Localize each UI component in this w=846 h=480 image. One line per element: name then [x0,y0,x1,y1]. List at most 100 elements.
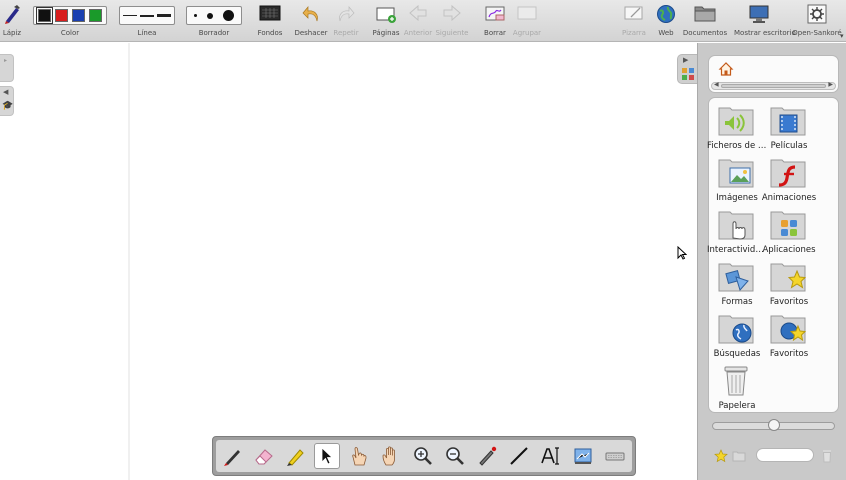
delete-trash-icon[interactable] [821,449,833,463]
new-folder-icon[interactable] [732,450,746,462]
pointing-hand-icon [352,447,367,466]
eraser-small-option[interactable] [194,14,197,17]
highlighter-icon [287,449,304,466]
thumbnail-size-slider[interactable] [712,419,835,431]
capture-icon [574,448,592,464]
slider-knob[interactable] [768,419,780,431]
animations-folder-icon [770,159,806,188]
interactive-folder-icon [718,211,754,240]
library-tab-icon [682,68,694,80]
tool-selector[interactable] [314,443,340,469]
library-item-label: Papelera [718,401,756,411]
toolbar-overflow-chevron-icon[interactable]: ▾ [840,32,844,40]
tool-text[interactable] [538,443,564,469]
library-item-label: Animaciones [761,193,817,203]
tool-interact[interactable] [346,443,372,469]
library-item-label: Favoritos [769,297,809,307]
breadcrumb-scrollbar[interactable]: ◀ ▶ [711,81,836,90]
color-group: Color [33,0,107,42]
library-breadcrumb: ◀ ▶ [708,55,839,93]
documents-button[interactable]: Documentos [683,0,727,42]
eraser-large-option[interactable] [223,10,234,21]
backgrounds-button[interactable]: Fondos [258,0,282,42]
library-item-movies[interactable]: Películas [763,106,815,156]
library-panel: ◀ ▶ Ficheros de audio Películas [697,43,846,480]
library-item-favorites[interactable]: Favoritos [763,262,815,312]
eraser-medium-option[interactable] [207,12,213,19]
tool-hand[interactable] [378,443,404,469]
group-icon [517,6,537,20]
line-width-options [119,6,175,25]
undo-button[interactable]: Deshacer [294,0,328,42]
library-item-label: Ficheros de audio [707,141,767,151]
tool-virtual-keyboard[interactable] [602,443,628,469]
library-item-label: Búsquedas [713,349,761,359]
applications-folder-icon [770,211,806,240]
library-item-label: Formas [721,297,753,307]
tool-capture[interactable] [570,443,596,469]
scrollbar-thumb[interactable] [721,84,826,88]
tool-marker[interactable] [283,443,309,469]
library-item-searches[interactable]: Búsquedas [711,314,763,364]
favorites-folder-icon [770,263,806,292]
scroll-right-icon[interactable]: ▶ [828,81,833,88]
line-medium-option[interactable] [139,14,154,17]
keyboard-icon [605,452,625,461]
next-page-button[interactable]: Siguiente [435,0,469,42]
color-swatch-black[interactable] [36,7,53,24]
library-item-label: Interactividades [707,245,767,255]
main-toolbar: Lápiz Color Línea Borrador Fondos Deshac… [0,0,846,42]
backgrounds-icon [259,5,281,21]
library-item-label: Películas [770,141,808,151]
library-item-label: Aplicaciones [762,245,816,255]
tool-eraser[interactable] [251,443,277,469]
expand-left-arrow-icon: ◀ [3,88,9,96]
color-swatch-blue[interactable] [72,9,85,22]
line-icon [510,447,528,465]
library-item-applications[interactable]: Aplicaciones [762,210,816,260]
previous-page-button[interactable]: Anterior [404,0,432,42]
line-thick-option[interactable] [156,14,171,17]
color-swatch-green[interactable] [89,9,102,22]
color-swatch-red[interactable] [55,9,68,22]
library-item-web-favorites[interactable]: Favoritos [763,314,815,364]
library-item-audio[interactable]: Ficheros de audio [707,106,767,156]
library-search-input[interactable] [756,448,814,462]
show-desktop-button[interactable]: Mostrar escritorio [734,0,796,42]
arrow-left-icon [409,4,427,22]
redo-button[interactable]: Repetir [333,0,359,42]
web-button[interactable]: Web [655,0,677,42]
eraser-label: Borrador [198,29,230,37]
scroll-left-icon[interactable]: ◀ [714,81,719,88]
add-favorite-star-icon[interactable] [714,449,728,463]
left-panel-handle-top[interactable]: ▸ [0,54,14,82]
library-item-trash[interactable]: Papelera [711,366,763,416]
open-sankore-button[interactable]: Open-Sankoré [792,0,842,42]
images-folder-icon [718,159,754,188]
documents-folder-icon [694,6,716,22]
library-item-label: Favoritos [769,349,809,359]
tool-line[interactable] [506,443,532,469]
web-favorites-folder-icon [770,315,806,344]
tool-zoom-in[interactable] [410,443,436,469]
tool-zoom-out[interactable] [442,443,468,469]
home-icon[interactable] [718,61,734,77]
hand-icon [382,446,395,466]
library-panel-handle[interactable]: ▶ [677,54,697,84]
next-page-label: Siguiente [435,29,469,37]
library-item-shapes[interactable]: Formas [711,262,763,312]
documents-label: Documentos [682,29,728,37]
group-button[interactable]: Agrupar [513,0,541,42]
tool-laser-pointer[interactable] [474,443,500,469]
graduation-cap-icon: 🎓 [2,101,14,111]
redo-icon [339,6,355,22]
eraser-icon [255,449,273,465]
left-panel-handle-pages[interactable]: ◀ 🎓 [0,86,14,116]
library-item-images[interactable]: Imágenes [711,158,763,208]
library-item-animations[interactable]: Animaciones [762,158,816,208]
line-thin-option[interactable] [123,15,138,16]
tool-pen[interactable] [220,443,246,469]
group-label: Agrupar [512,29,542,37]
arrow-pointer-icon [321,447,334,465]
library-item-interactive[interactable]: Interactividades [707,210,767,260]
